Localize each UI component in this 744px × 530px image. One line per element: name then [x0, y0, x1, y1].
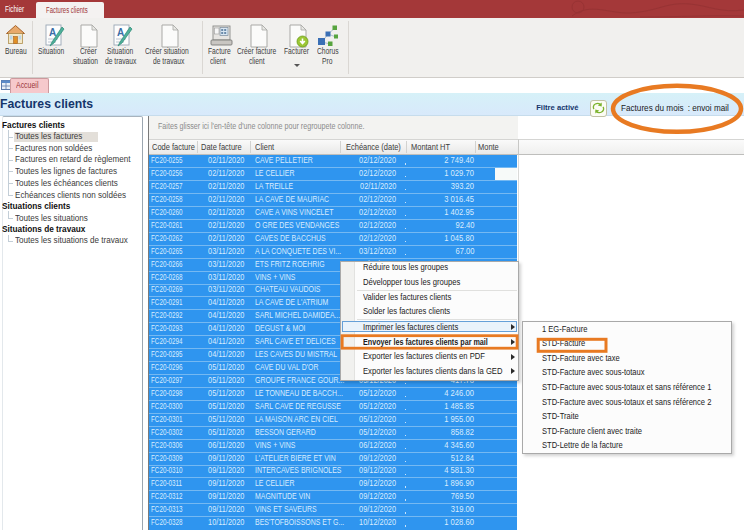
svg-text:A: A [117, 27, 124, 38]
svg-text:A: A [49, 27, 56, 38]
